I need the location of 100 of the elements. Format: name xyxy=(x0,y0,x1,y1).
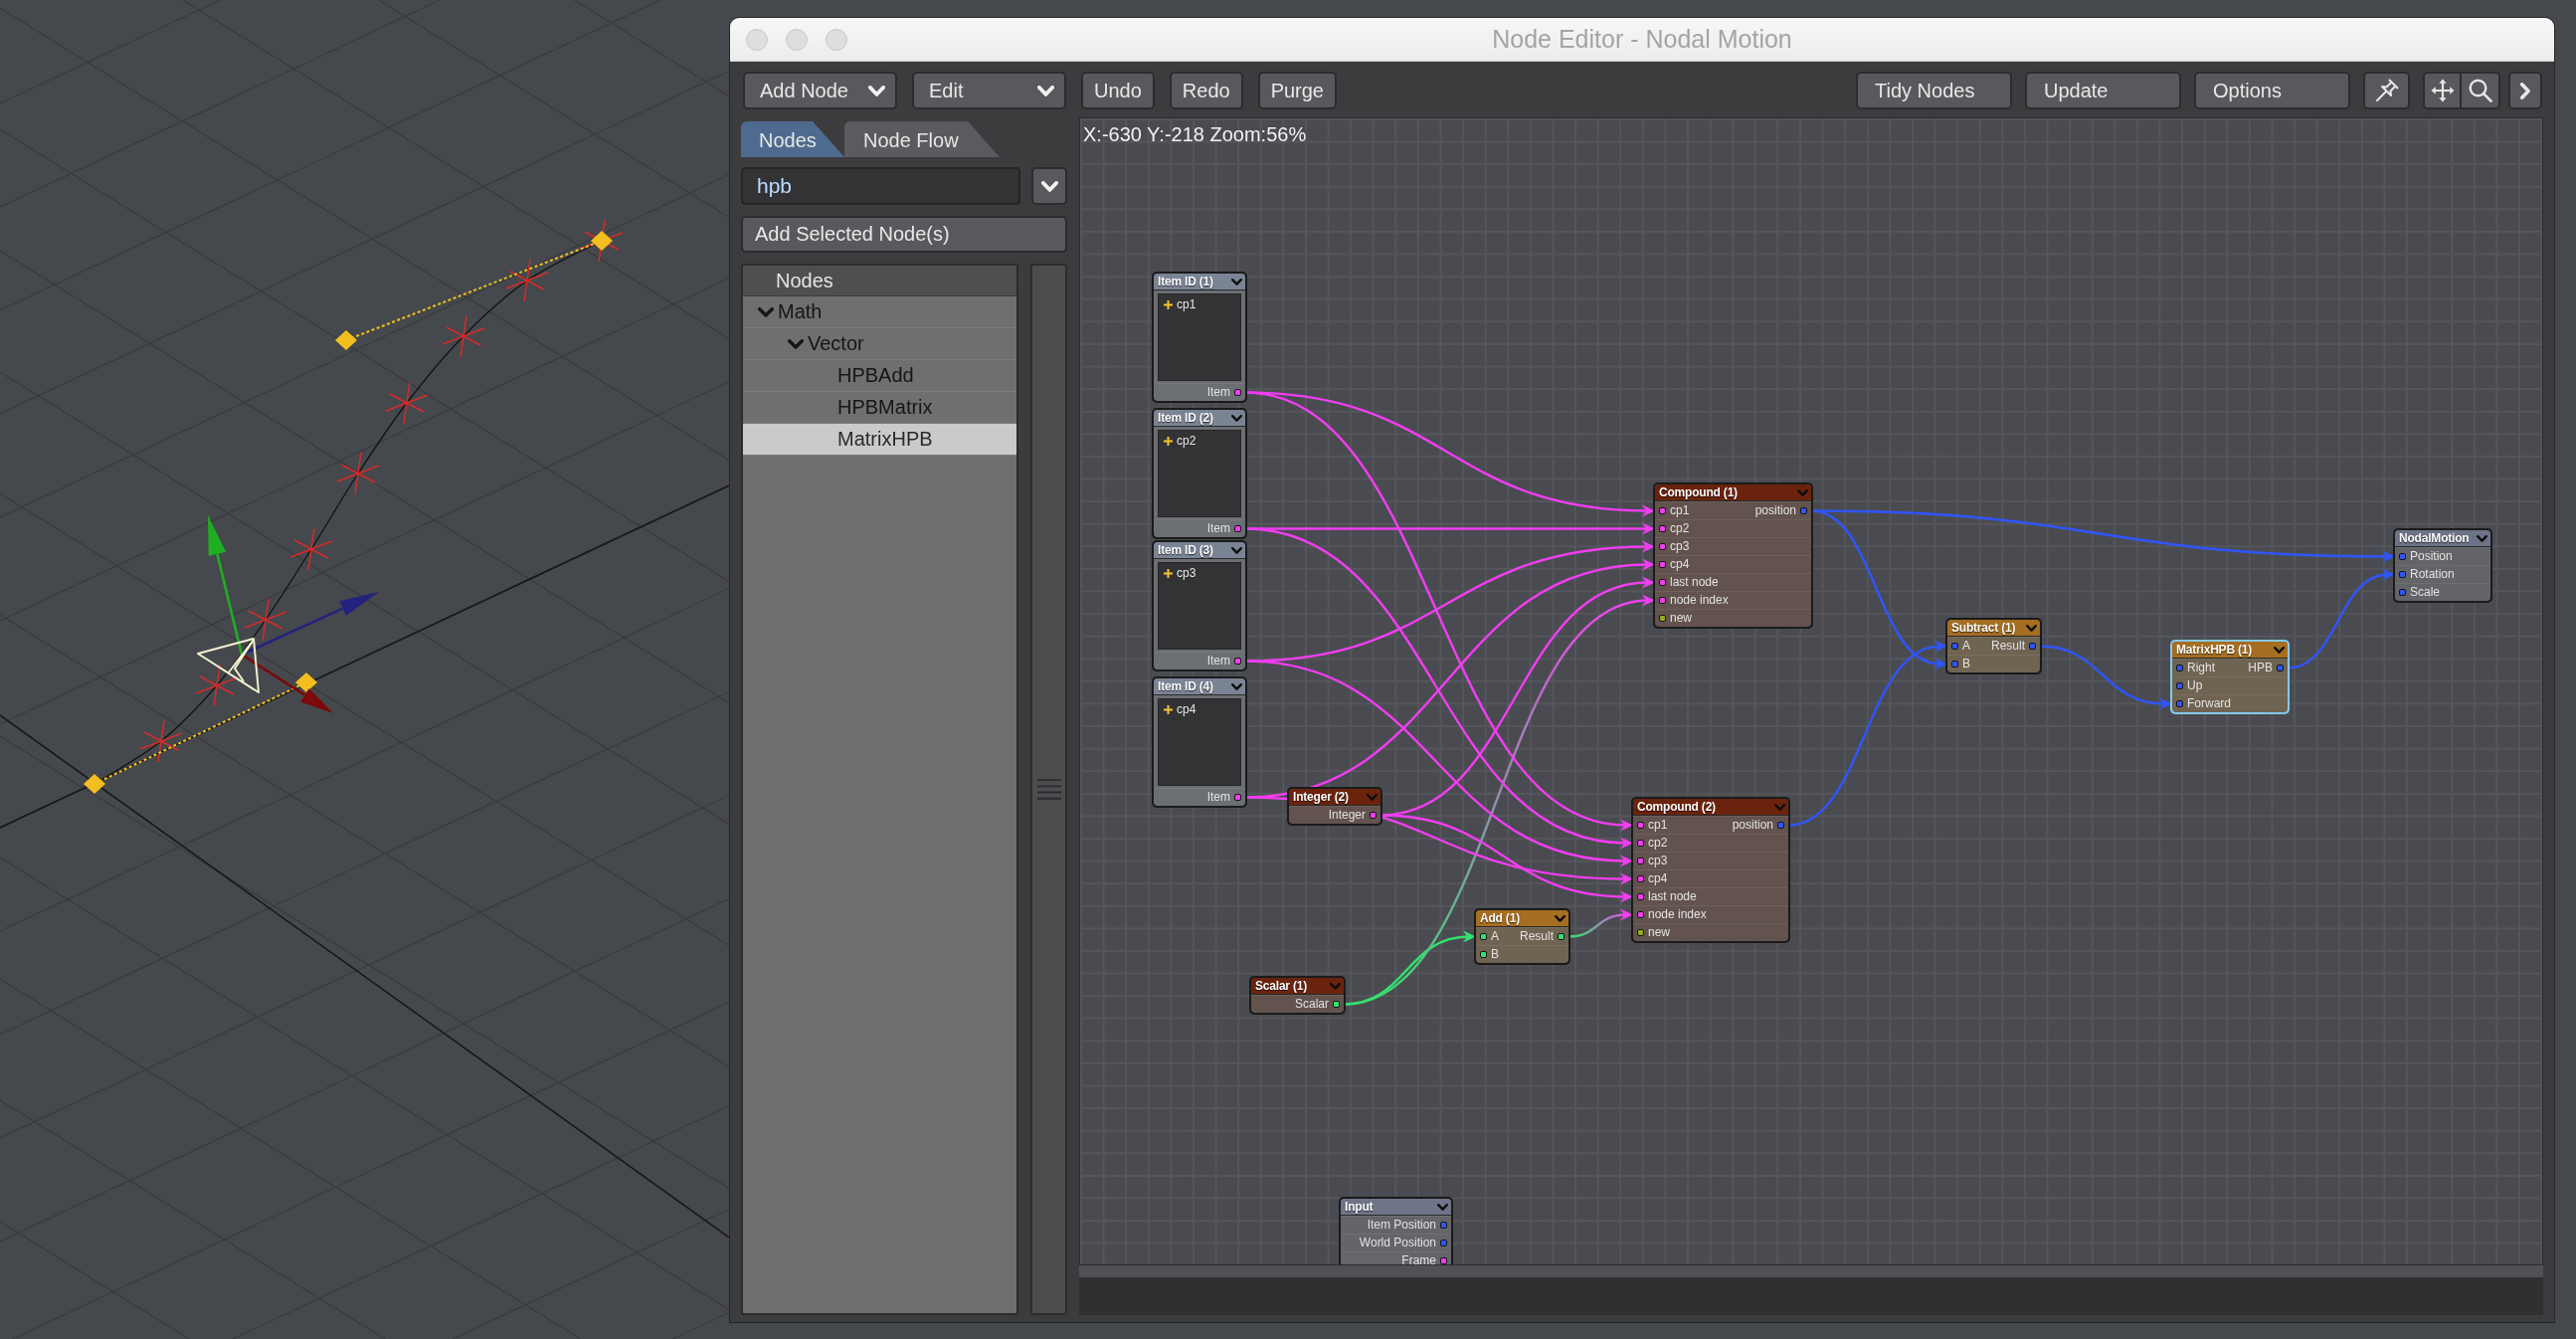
node-card[interactable]: Subtract (1) A Result B xyxy=(1947,620,2040,672)
port-icon[interactable] xyxy=(1370,812,1377,819)
chevron-down-icon[interactable] xyxy=(1231,414,1242,422)
tab[interactable]: Nodes xyxy=(741,121,844,157)
port-icon[interactable] xyxy=(1480,933,1487,940)
chevron-down-icon[interactable] xyxy=(1231,278,1242,286)
node-card[interactable]: NodalMotion Position Rotation Scale xyxy=(2395,530,2490,601)
chevron-down-icon[interactable] xyxy=(2477,534,2487,542)
port-icon[interactable] xyxy=(1480,951,1487,958)
port-icon[interactable] xyxy=(1234,658,1241,665)
chevron-down-icon[interactable] xyxy=(1437,1203,1448,1211)
add-selected-button[interactable]: Add Selected Node(s) xyxy=(741,216,1067,253)
port-label: node index xyxy=(1670,594,1729,607)
port-icon[interactable] xyxy=(1659,507,1666,514)
node-card[interactable]: Input Item Position World Position Frame xyxy=(1341,1199,1451,1264)
port-icon[interactable] xyxy=(1234,525,1241,532)
port-icon[interactable] xyxy=(1637,893,1644,900)
toolbar-button[interactable]: Tidy Nodes xyxy=(1856,72,2012,109)
port-label: cp1 xyxy=(1648,819,1668,832)
node-card[interactable]: Integer (2) Integer xyxy=(1289,789,1380,824)
port-label: Item xyxy=(1206,386,1230,399)
move-icon xyxy=(2430,79,2455,102)
port-icon[interactable] xyxy=(1659,579,1666,586)
path-marker-icon xyxy=(385,381,429,425)
tree-item[interactable]: MatrixHPB xyxy=(743,424,1016,456)
search-icon xyxy=(2468,79,2492,102)
port-icon[interactable] xyxy=(1637,875,1644,882)
node-title: Item ID (1) xyxy=(1158,275,1213,288)
scrollbar[interactable] xyxy=(1030,264,1067,1315)
dropdown-button[interactable] xyxy=(1031,167,1067,205)
diamond-handle-icon xyxy=(295,672,317,692)
port-icon[interactable] xyxy=(1637,911,1644,918)
port-icon[interactable] xyxy=(1234,794,1241,801)
chevron-down-icon xyxy=(868,85,885,96)
node-card[interactable]: Compound (1) cp1 position cp2 cp3 cp4 last node node index new xyxy=(1655,484,1811,627)
pin-button[interactable] xyxy=(2363,72,2410,109)
plus-icon xyxy=(1164,569,1173,578)
dropdown-button[interactable]: Edit xyxy=(912,72,1066,109)
toolbar-button[interactable]: Redo xyxy=(1169,72,1243,109)
tab[interactable]: Node Flow xyxy=(844,121,1000,157)
chevron-down-icon[interactable] xyxy=(2274,646,2285,654)
item-label: cp3 xyxy=(1177,567,1196,580)
chevron-down-icon[interactable] xyxy=(2026,624,2037,632)
port-label: B xyxy=(1962,658,1970,670)
item-list[interactable]: cp2 xyxy=(1158,430,1241,517)
port-label: position xyxy=(1754,504,1796,517)
port-icon[interactable] xyxy=(1637,858,1644,864)
toolbar-button[interactable]: Update xyxy=(2025,72,2181,109)
node-card[interactable]: Item ID (3) cp3 Item xyxy=(1154,542,1245,670)
path-marker-icon xyxy=(505,259,549,302)
path-marker-icon xyxy=(336,452,380,495)
search-button[interactable] xyxy=(2462,72,2500,109)
dropdown-button[interactable]: Add Node xyxy=(743,72,897,109)
canvas-coordinates: X:-630 Y:-218 Zoom:56% xyxy=(1083,123,1307,146)
chevron-down-icon[interactable] xyxy=(1231,546,1242,554)
move-button[interactable] xyxy=(2423,72,2462,109)
port-icon[interactable] xyxy=(1333,1001,1340,1008)
port-label: cp4 xyxy=(1648,872,1668,885)
chevron-down-icon xyxy=(1037,85,1054,96)
plus-icon xyxy=(1164,705,1173,714)
item-label: cp4 xyxy=(1177,703,1196,716)
column-header: Nodes xyxy=(743,266,1016,296)
port-icon[interactable] xyxy=(1440,1257,1447,1264)
port-icon[interactable] xyxy=(1659,543,1666,550)
node-card[interactable]: Item ID (1) cp1 Item xyxy=(1154,274,1245,401)
port-icon[interactable] xyxy=(1637,840,1644,847)
next-button[interactable] xyxy=(2508,72,2542,109)
node-card[interactable]: MatrixHPB (1) Right HPB Up Forward xyxy=(2172,642,2288,712)
chevron-down-icon[interactable] xyxy=(1555,914,1565,922)
path-marker-icon xyxy=(442,314,485,358)
port-label: A xyxy=(1491,930,1499,943)
item-list[interactable]: cp4 xyxy=(1158,698,1241,786)
port-icon[interactable] xyxy=(1637,822,1644,829)
search-field[interactable]: hpb xyxy=(741,167,1020,205)
port-icon[interactable] xyxy=(1659,561,1666,568)
node-card[interactable]: Item ID (2) cp2 Item xyxy=(1154,410,1245,537)
port-icon[interactable] xyxy=(1234,389,1241,396)
tree-item[interactable]: Math xyxy=(743,296,1016,328)
tree-item[interactable]: Vector xyxy=(743,328,1016,360)
tree-item[interactable]: HPBAdd xyxy=(743,360,1016,392)
item-list[interactable]: cp3 xyxy=(1158,562,1241,650)
chevron-down-icon[interactable] xyxy=(788,338,804,349)
port-icon[interactable] xyxy=(1659,525,1666,532)
toolbar-button[interactable]: Options xyxy=(2194,72,2350,109)
port-icon[interactable] xyxy=(1659,597,1666,604)
port-icon[interactable] xyxy=(1637,929,1644,936)
item-list[interactable]: cp1 xyxy=(1158,293,1241,381)
node-card[interactable]: Compound (2) cp1 position cp2 cp3 cp4 last node node index new xyxy=(1633,799,1788,941)
chevron-down-icon[interactable] xyxy=(758,306,774,317)
node-card[interactable]: Item ID (4) cp4 Item xyxy=(1154,678,1245,806)
toolbar-button[interactable]: Undo xyxy=(1081,72,1155,109)
port-label: new xyxy=(1670,612,1692,625)
port-label: position xyxy=(1732,819,1773,832)
port-icon[interactable] xyxy=(1659,615,1666,622)
port-icon[interactable] xyxy=(1558,933,1564,940)
port-label: A xyxy=(1962,640,1970,653)
chevron-down-icon[interactable] xyxy=(1231,682,1242,690)
toolbar-button[interactable]: Purge xyxy=(1257,72,1337,109)
node-card[interactable]: Scalar (1) Scalar xyxy=(1251,978,1344,1013)
node-card[interactable]: Add (1) A Result B xyxy=(1476,910,1568,963)
